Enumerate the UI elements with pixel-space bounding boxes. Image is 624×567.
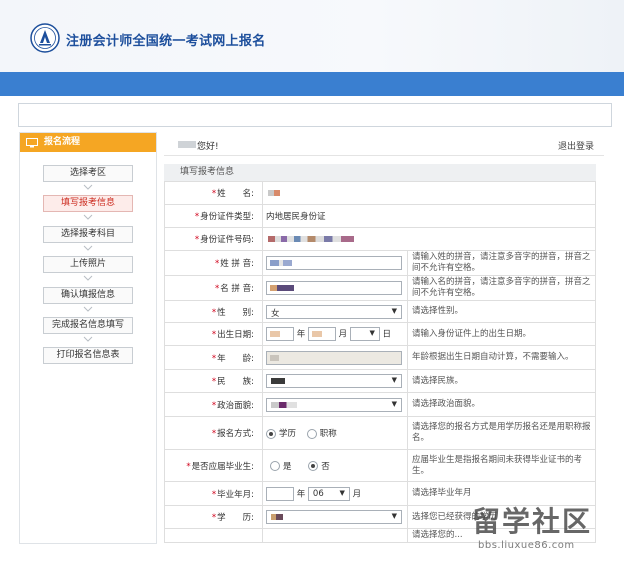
- form-row-id-number: *身份证件号码:: [164, 227, 596, 251]
- label-given-pinyin: 名 拼 音:: [220, 284, 254, 294]
- gender-select[interactable]: 女: [266, 304, 402, 319]
- step-complete-info[interactable]: 完成报名信息填写: [43, 317, 133, 334]
- education-select[interactable]: [266, 510, 402, 524]
- hint-fresh-graduate: 应届毕业生是指报名期间未获得毕业证书的考生。: [407, 449, 596, 482]
- section-title: 填写报考信息: [164, 164, 596, 181]
- sidebar: 报名流程 选择考区 填写报考信息 选择报考科目 上传照片 确认填报信息 完成报名…: [19, 132, 157, 544]
- chevron-down-icon: [83, 306, 93, 312]
- value-id-type: 内地居民身份证: [262, 204, 596, 228]
- label-id-type: 身份证件类型:: [200, 212, 254, 222]
- registration-form: *姓 名: *身份证件类型: 内地居民身份证 *身份证件号码: *姓 拼 音: …: [164, 181, 596, 543]
- form-row-gender: *性 别: 女 请选择性别。: [164, 300, 596, 323]
- radio-no[interactable]: [308, 461, 319, 471]
- step-confirm-info[interactable]: 确认填报信息: [43, 287, 133, 304]
- sidebar-heading-label: 报名流程: [44, 137, 81, 147]
- form-row-fresh-graduate: *是否应届毕业生: 是 否 应届毕业生是指报名期间未获得毕业证书的考生。: [164, 449, 596, 482]
- gender-selected: 女: [271, 308, 280, 319]
- grad-month-unit: 月: [352, 489, 362, 499]
- step-select-subjects[interactable]: 选择报考科目: [43, 226, 133, 243]
- logo-emblem-icon: [30, 23, 60, 53]
- radio-no-label: 否: [321, 461, 330, 472]
- grad-year-input[interactable]: [266, 486, 294, 501]
- label-registration-method: 报名方式:: [217, 429, 254, 439]
- grad-year-unit: 年: [296, 489, 306, 499]
- main-panel: 您好! 退出登录 填写报考信息 *姓 名: *身份证件类型: 内地居民身份证 *…: [164, 132, 604, 544]
- label-gender: 性 别:: [217, 307, 254, 318]
- chevron-down-icon: [83, 275, 93, 281]
- hint-given-pinyin: 请输入名的拼音，请注意多音字的拼音，拼音之间不允许有空格。: [407, 275, 596, 301]
- site-header: 注册会计师全国统一考试网上报名: [0, 0, 624, 72]
- step-upload-photo[interactable]: 上传照片: [43, 256, 133, 273]
- hint-registration-method: 请选择您的报名方式是用学历报名还是用职称报名。: [407, 416, 596, 450]
- form-row-birth-date: *出生日期: 年 月 日 请输入身份证件上的出生日期。: [164, 322, 596, 346]
- site-title: 注册会计师全国统一考试网上报名: [66, 34, 266, 49]
- greeting-row: 您好! 退出登录: [164, 132, 604, 156]
- monitor-icon: [26, 137, 38, 147]
- form-row-name: *姓 名:: [164, 181, 596, 205]
- form-row-political-status: *政治面貌: 请选择政治面貌。: [164, 392, 596, 417]
- hint-political-status: 请选择政治面貌。: [407, 392, 596, 417]
- watermark-text: 留学社区: [472, 505, 593, 538]
- form-row-ethnicity: *民 族: 请选择民族。: [164, 369, 596, 393]
- label-age: 年 龄:: [217, 353, 254, 364]
- radio-yes[interactable]: [270, 461, 280, 471]
- step-fill-info[interactable]: 填写报考信息: [43, 195, 133, 212]
- birth-year-input[interactable]: [266, 327, 294, 341]
- info-strip: [18, 103, 612, 127]
- month-unit: 月: [338, 329, 348, 340]
- hint-gender: 请选择性别。: [407, 300, 596, 323]
- day-unit: 日: [382, 329, 392, 340]
- form-row-age: *年 龄: 年龄根据出生日期自动计算，不需要输入。: [164, 345, 596, 370]
- form-row-surname-pinyin: *姓 拼 音: 请输入姓的拼音，请注意多音字的拼音，拼音之间不允许有空格。: [164, 250, 596, 276]
- age-input: [266, 350, 402, 365]
- birth-day-select[interactable]: [349, 327, 380, 341]
- surname-pinyin-input[interactable]: [266, 256, 402, 270]
- year-unit: 年: [296, 329, 306, 340]
- hint-birth-date: 请输入身份证件上的出生日期。: [407, 322, 596, 346]
- hint-surname-pinyin: 请输入姓的拼音，请注意多音字的拼音，拼音之间不允许有空格。: [407, 250, 596, 276]
- label-political-status: 政治面貌:: [217, 400, 254, 411]
- label-name: 姓 名:: [217, 189, 254, 199]
- watermark: 留学社区 bbs.liuxue86.com: [470, 500, 624, 562]
- radio-title[interactable]: [306, 428, 317, 439]
- chevron-down-icon: [83, 214, 93, 220]
- form-row-registration-method: *报名方式: 学历 职称 请选择您的报名方式是用学历报名还是用职称报名。: [164, 416, 596, 450]
- chevron-down-icon: [83, 245, 93, 251]
- ethnicity-select[interactable]: [266, 374, 402, 388]
- label-graduation-date: 毕业年月:: [217, 489, 254, 500]
- form-row-id-type: *身份证件类型: 内地居民身份证: [164, 204, 596, 228]
- chevron-down-icon: [83, 184, 93, 190]
- label-surname-pinyin: 姓 拼 音:: [220, 259, 254, 269]
- hint-age: 年龄根据出生日期自动计算，不需要输入。: [407, 345, 596, 370]
- label-education: 学 历:: [217, 513, 254, 523]
- nav-bar: [0, 72, 624, 96]
- radio-education[interactable]: [266, 428, 276, 439]
- watermark-url: bbs.liuxue86.com: [478, 540, 575, 551]
- greeting-text: 您好!: [197, 142, 219, 152]
- step-print-form[interactable]: 打印报名信息表: [43, 347, 133, 364]
- label-ethnicity: 民 族:: [217, 377, 254, 387]
- user-name-redacted: [178, 141, 196, 148]
- radio-title-label: 职称: [319, 429, 337, 439]
- radio-education-label: 学历: [279, 429, 297, 439]
- label-fresh-graduate: 是否应届毕业生:: [191, 461, 254, 472]
- political-status-select[interactable]: [266, 397, 402, 412]
- radio-yes-label: 是: [283, 461, 292, 472]
- logout-link[interactable]: 退出登录: [558, 139, 594, 152]
- form-row-given-pinyin: *名 拼 音: 请输入名的拼音，请注意多音字的拼音，拼音之间不允许有空格。: [164, 275, 596, 301]
- sidebar-heading: 报名流程: [20, 133, 156, 152]
- grad-month-value: 06: [312, 488, 324, 499]
- birth-month-input[interactable]: [307, 327, 336, 341]
- label-id-number: 身份证件号码:: [200, 235, 254, 245]
- chevron-down-icon: [83, 336, 93, 342]
- given-pinyin-input[interactable]: [266, 281, 402, 295]
- label-birth-date: 出生日期:: [217, 330, 254, 340]
- hint-ethnicity: 请选择民族。: [407, 369, 596, 393]
- step-select-area[interactable]: 选择考区: [43, 165, 133, 182]
- id-number-redacted: [268, 235, 354, 242]
- grad-month-select[interactable]: 06: [307, 486, 350, 501]
